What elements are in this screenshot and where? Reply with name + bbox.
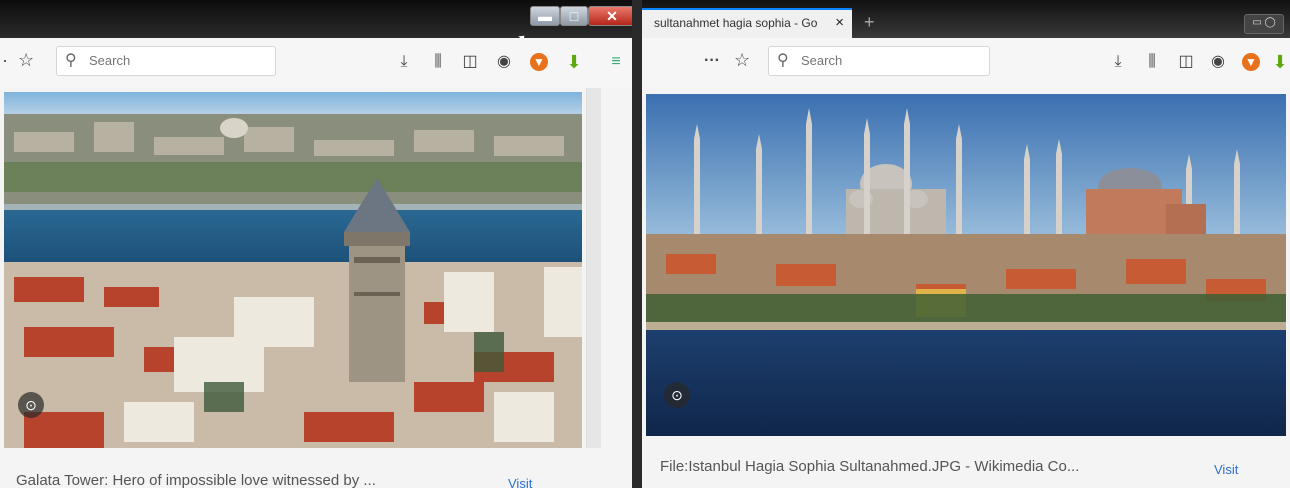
library-icon[interactable]: ⫼: [1142, 52, 1162, 72]
close-window-button[interactable]: ✕: [588, 6, 632, 26]
account-icon[interactable]: ◉: [494, 52, 514, 72]
right-result-caption[interactable]: File:Istanbul Hagia Sophia Sultanahmed.J…: [660, 458, 1079, 475]
sidebar-icon[interactable]: ◫: [1176, 52, 1196, 72]
left-title-bar: ▬ □ ✕ ➚: [0, 0, 632, 50]
right-content: ⊙ File:Istanbul Hagia Sophia Sultanahmed…: [642, 88, 1290, 488]
left-visit-link[interactable]: Visit: [508, 476, 532, 488]
bookmark-star-icon[interactable]: ☆: [734, 50, 750, 71]
menu-icon[interactable]: ≡: [606, 52, 626, 72]
extension-orange-icon[interactable]: ▼: [1242, 53, 1260, 71]
maximize-button[interactable]: □: [560, 6, 588, 26]
lens-icon[interactable]: ⊙: [18, 392, 44, 418]
right-search-input[interactable]: [799, 52, 953, 69]
search-icon: ⚲: [777, 52, 789, 69]
window-divider: [632, 0, 642, 488]
left-browser-window: ▬ □ ✕ ➚ · ☆ ⚲ ⤓ ⫼ ◫ ◉ ▼ ⬇ ≡: [0, 0, 632, 488]
page-actions-menu[interactable]: ···: [704, 52, 720, 70]
account-icon[interactable]: ◉: [1208, 52, 1228, 72]
lens-icon[interactable]: ⊙: [664, 382, 690, 408]
download-icon[interactable]: ⤓: [1108, 52, 1128, 72]
right-title-bar: sultanahmet hagia sophia - Go × + ▭ ◯: [642, 0, 1290, 38]
download-icon[interactable]: ⤓: [394, 52, 414, 72]
new-tab-icon[interactable]: +: [864, 12, 875, 33]
left-result-caption[interactable]: Galata Tower: Hero of impossible love wi…: [16, 472, 376, 488]
left-search-box[interactable]: ⚲: [56, 46, 276, 76]
extension-green-icon[interactable]: ⬇: [1270, 52, 1290, 72]
galata-tower-image[interactable]: [4, 92, 582, 448]
window-controls[interactable]: ▭ ◯: [1244, 14, 1284, 34]
sidebar-icon[interactable]: ◫: [460, 52, 480, 72]
library-icon[interactable]: ⫼: [428, 52, 448, 72]
right-toolbar: ··· ☆ ⚲ ⤓ ⫼ ◫ ◉ ▼ ⬇: [642, 38, 1290, 89]
tab-hagia-sophia[interactable]: sultanahmet hagia sophia - Go ×: [642, 8, 852, 38]
bookmark-star-icon[interactable]: ☆: [18, 50, 34, 71]
left-search-input[interactable]: [87, 52, 241, 69]
left-content: ⊙ Galata Tower: Hero of impossible love …: [0, 88, 632, 488]
extension-green-icon[interactable]: ⬇: [564, 52, 584, 72]
search-icon: ⚲: [65, 52, 77, 69]
left-scrollbar[interactable]: [586, 88, 601, 448]
close-icon[interactable]: ×: [835, 14, 844, 31]
minimize-button[interactable]: ▬: [530, 6, 560, 26]
tab-title: sultanahmet hagia sophia - Go: [654, 16, 818, 30]
extension-orange-icon[interactable]: ▼: [530, 53, 548, 71]
hagia-sophia-image[interactable]: [646, 94, 1286, 436]
left-toolbar: · ☆ ⚲ ⤓ ⫼ ◫ ◉ ▼ ⬇ ≡: [0, 38, 632, 89]
overflow-dot: ·: [2, 50, 8, 70]
right-search-box[interactable]: ⚲: [768, 46, 990, 76]
right-browser-window: sultanahmet hagia sophia - Go × + ▭ ◯ ··…: [642, 0, 1290, 488]
right-visit-link[interactable]: Visit: [1214, 462, 1238, 477]
